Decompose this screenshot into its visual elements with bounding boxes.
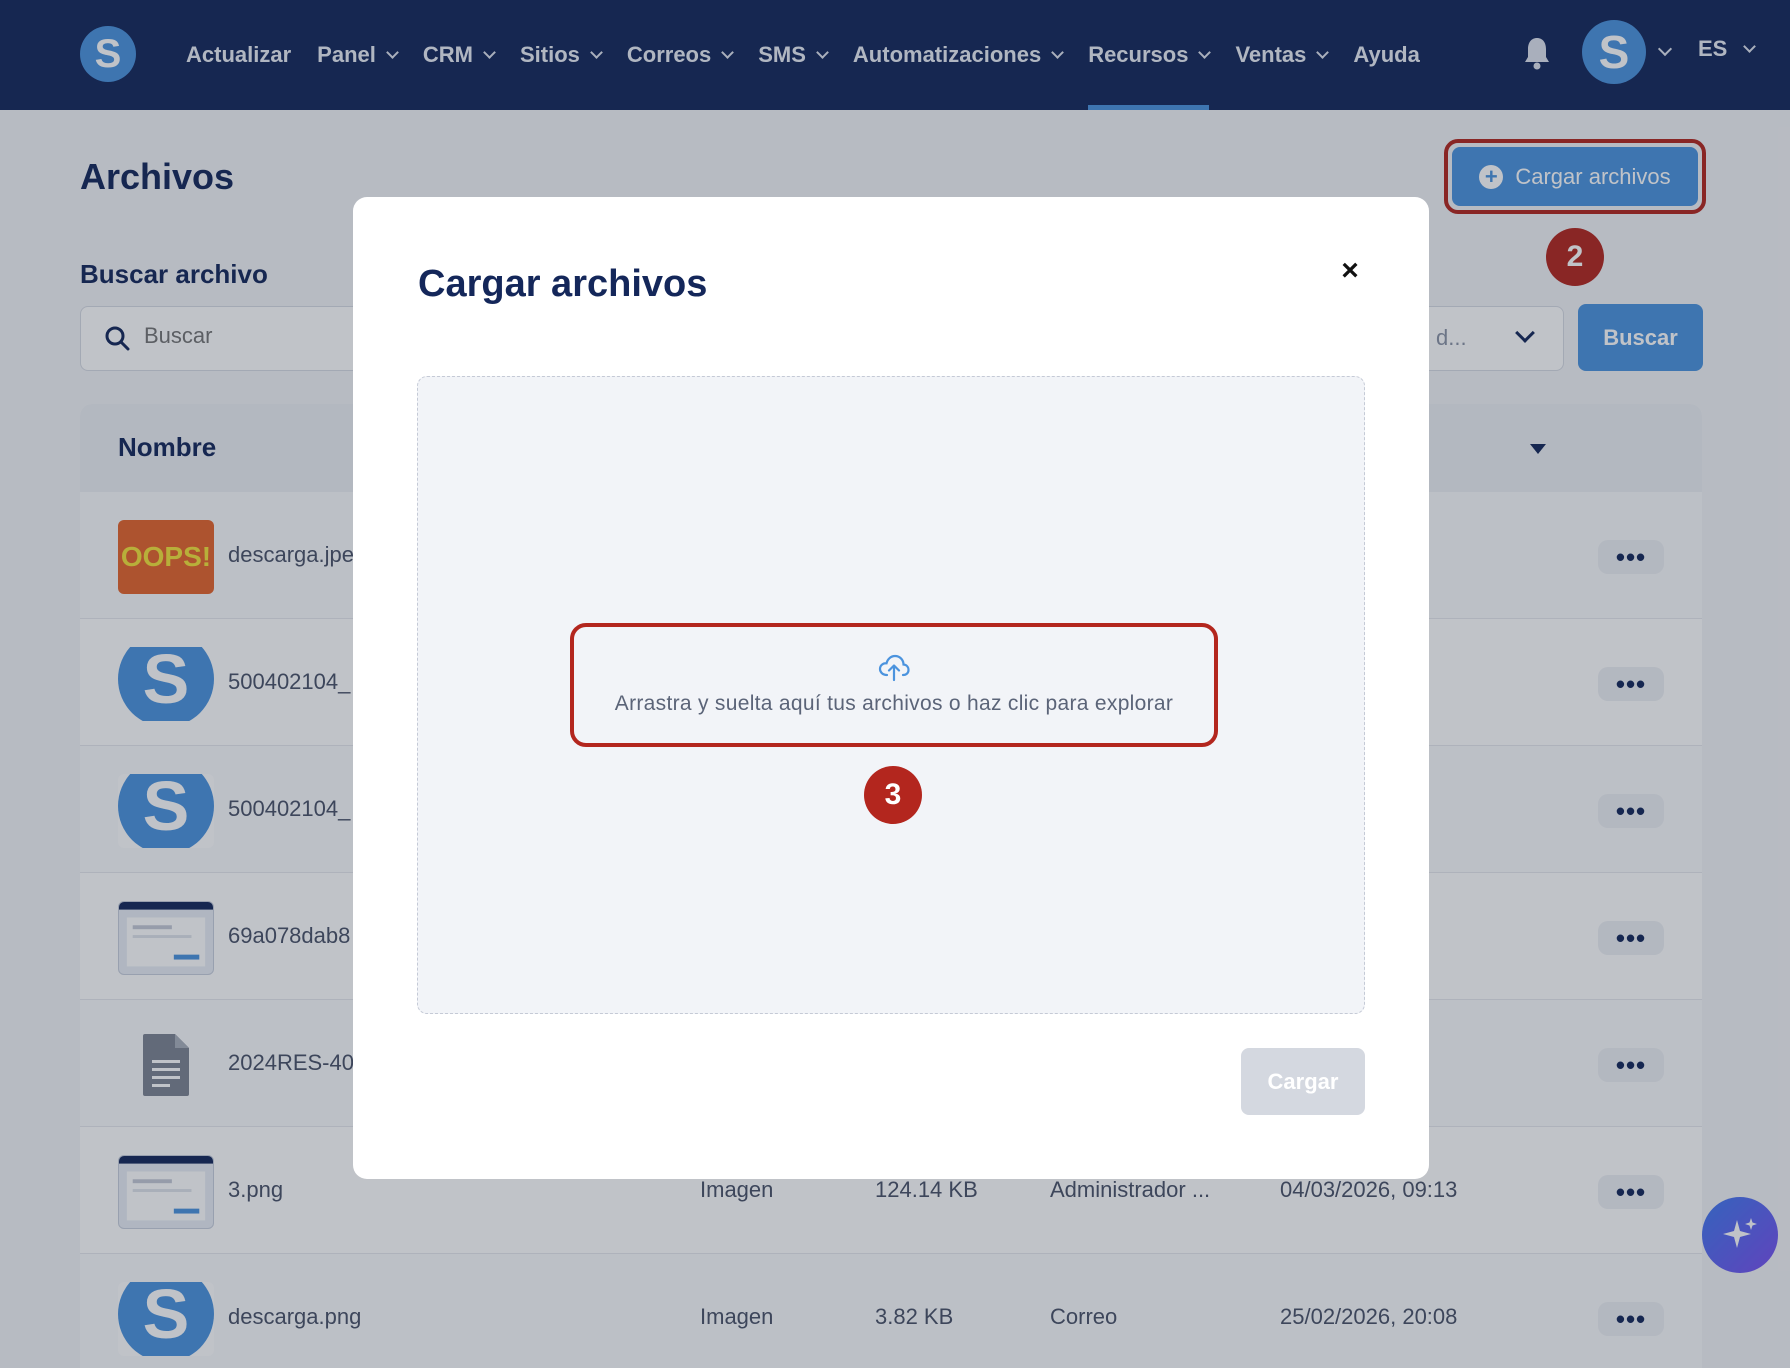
dropzone-highlight[interactable]: Arrastra y suelta aquí tus archivos o ha… [570,623,1218,747]
file-dropzone[interactable]: Arrastra y suelta aquí tus archivos o ha… [417,376,1365,1014]
step-marker-3: 3 [864,766,922,824]
modal-title: Cargar archivos [418,263,708,305]
upload-submit-button[interactable]: Cargar [1241,1048,1365,1115]
dropzone-text: Arrastra y suelta aquí tus archivos o ha… [614,692,1174,715]
upload-modal: Cargar archivos × Arrastra y suelta aquí… [353,197,1429,1179]
cloud-upload-icon [878,654,910,682]
close-icon[interactable]: × [1338,256,1362,286]
